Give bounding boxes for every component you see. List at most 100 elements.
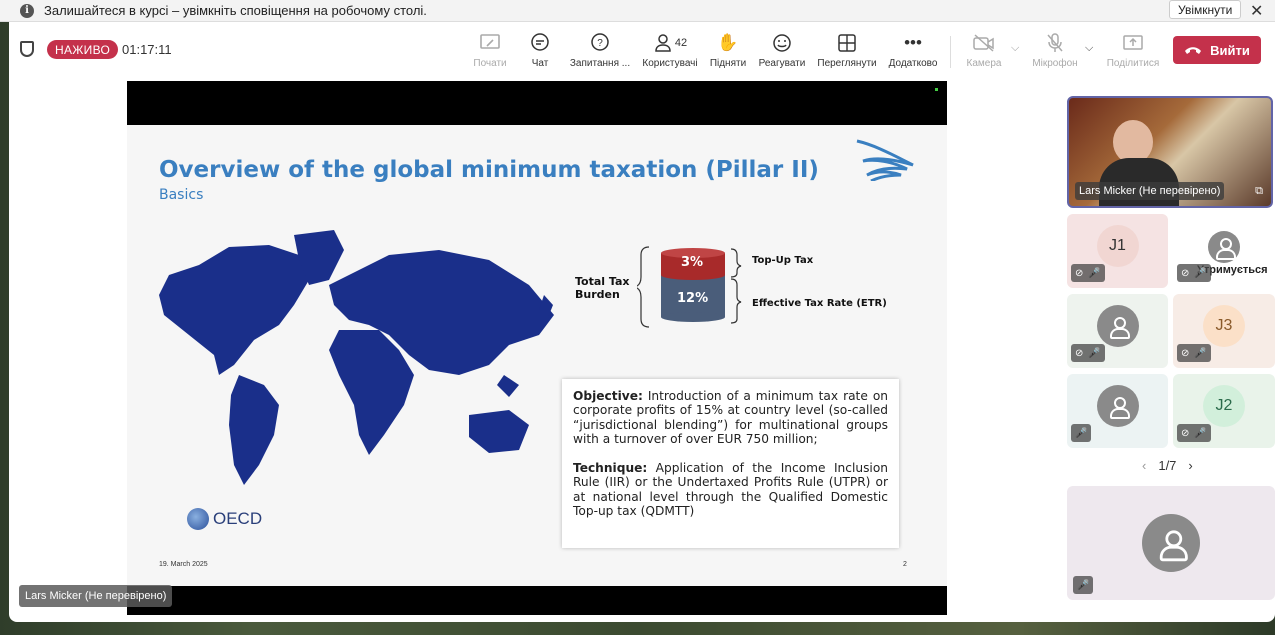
technique-heading: Technique: (573, 461, 648, 476)
avatar (1096, 305, 1139, 347)
participant-pager: ‹ 1/7 › (1142, 458, 1193, 473)
more-icon: ••• (904, 33, 922, 52)
mic-label: Мікрофон (1032, 58, 1078, 69)
objective-box: Objective: Introduction of a minimum tax… (562, 379, 899, 548)
camera-label: Камера (966, 58, 1002, 69)
avatar (1142, 514, 1200, 572)
muted-indicator: ⊘ 🎤 (1177, 264, 1211, 282)
phone-icon (1184, 43, 1202, 58)
chevron-right-icon[interactable]: › (1188, 458, 1192, 473)
smiley-icon (772, 32, 792, 54)
view-button[interactable]: Переглянути (812, 32, 882, 69)
presenter-name-tag: Lars Micker (Не перевірено) (19, 585, 173, 607)
camera-button[interactable]: Камера (949, 32, 1019, 69)
slide-subtitle: Basics (159, 187, 204, 203)
shared-screen: Overview of the global minimum taxation … (127, 81, 947, 615)
muted-indicator: ⊘ 🎤 (1071, 344, 1105, 362)
react-button[interactable]: Реагувати (747, 32, 817, 69)
screen-share-icon: ⧉ (1255, 185, 1263, 197)
users-count: 42 (674, 37, 688, 49)
topup-tax-label: Top-Up Tax (752, 255, 814, 266)
speaker-name-tag: Lars Micker (Не перевірено) (1075, 182, 1225, 200)
chat-icon (530, 32, 550, 54)
leave-button[interactable]: Вийти (1173, 36, 1261, 64)
mic-options-chevron-icon[interactable]: ⌵ (1085, 42, 1093, 55)
mic-off-icon: 🎤 (1194, 347, 1207, 359)
camera-off-icon: ⊘ (1075, 267, 1084, 279)
topup-percent: 3% (681, 255, 704, 270)
mic-button[interactable]: Мікрофон (1020, 32, 1090, 69)
avatar: J3 (1203, 305, 1245, 347)
avatar (1096, 385, 1139, 427)
participant-tile[interactable]: ⊘ 🎤 (1067, 294, 1168, 368)
world-map (159, 230, 554, 485)
more-button[interactable]: ••• Додатково (878, 32, 948, 69)
camera-off-icon: ⊘ (1181, 347, 1190, 359)
etr-label: Effective Tax Rate (ETR) (752, 298, 887, 309)
qa-icon: ? (590, 32, 610, 54)
view-label: Переглянути (817, 58, 877, 69)
slide-page-number: 2 (903, 561, 907, 568)
qa-button[interactable]: ? Запитання ... (565, 32, 635, 69)
mic-off-icon (1046, 32, 1064, 54)
screen-icon (480, 32, 500, 54)
avatar: J2 (1203, 385, 1245, 427)
enable-notifications-button[interactable]: Увімкнути (1169, 0, 1242, 19)
hand-icon: ✋ (717, 33, 739, 52)
oecd-logo: OECD (187, 508, 262, 530)
chevron-left-icon[interactable]: ‹ (1142, 458, 1146, 473)
meeting-timer: 01:17:11 (122, 42, 172, 57)
shield-icon[interactable] (20, 41, 34, 57)
meeting-window: НАЖИВО 01:17:11 Почати Чат ? Запитання .… (9, 22, 1275, 622)
mic-off-icon: 🎤 (1077, 579, 1090, 591)
users-label: Користувачі (642, 58, 698, 69)
participant-tile-j1[interactable]: J1 ⊘ 🎤 (1067, 214, 1168, 288)
mic-off-icon: 🎤 (1088, 347, 1101, 359)
total-tax-burden-label: Total Tax Burden (575, 275, 630, 301)
mic-off-icon: 🎤 (1194, 267, 1207, 279)
globe-icon (187, 508, 209, 530)
notification-bar: i Залишайтеся в курсі – увімкніть сповіщ… (0, 0, 1275, 22)
camera-off-icon: ⊘ (1181, 427, 1190, 439)
muted-indicator: 🎤 (1071, 424, 1092, 442)
qa-label: Запитання ... (569, 58, 631, 69)
oecd-text: OECD (213, 509, 263, 528)
react-label: Реагувати (758, 58, 806, 69)
objective-heading: Objective: (573, 389, 643, 403)
slide-date: 19. March 2025 (159, 561, 208, 568)
avatar (1208, 231, 1240, 263)
share-icon (1123, 32, 1143, 54)
notification-text: Залишайтеся в курсі – увімкніть сповіщен… (44, 3, 427, 18)
more-label: Додатково (888, 58, 938, 69)
meeting-toolbar: НАЖИВО 01:17:11 Почати Чат ? Запитання .… (9, 22, 1275, 78)
camera-off-icon: ⊘ (1075, 347, 1084, 359)
mic-off-icon: 🎤 (1075, 427, 1088, 439)
close-icon[interactable]: ✕ (1250, 1, 1263, 21)
leave-label: Вийти (1210, 42, 1250, 58)
camera-off-icon (973, 32, 995, 54)
participant-tile-j2[interactable]: J2 ⊘ 🎤 (1173, 374, 1275, 448)
camera-options-chevron-icon[interactable]: ⌵ (1011, 42, 1019, 55)
participant-tile-j3[interactable]: J3 ⊘ 🎤 (1173, 294, 1275, 368)
start-label: Почати (473, 58, 507, 69)
raise-label: Підняти (709, 58, 747, 69)
muted-indicator: 🎤 (1073, 576, 1094, 594)
participant-tile-hold[interactable]: Утримується ⊘ 🎤 (1173, 214, 1275, 288)
muted-indicator: ⊘ 🎤 (1071, 264, 1105, 282)
camera-off-icon: ⊘ (1181, 267, 1190, 279)
muted-indicator: ⊘ 🎤 (1177, 344, 1211, 362)
participant-tile[interactable]: 🎤 (1067, 374, 1168, 448)
self-view-tile[interactable]: 🎤 (1067, 486, 1275, 600)
grid-icon (838, 32, 856, 54)
live-badge: НАЖИВО (47, 40, 119, 59)
muted-indicator: ⊘ 🎤 (1177, 424, 1211, 442)
svg-text:?: ? (597, 38, 603, 49)
status-dot (935, 88, 938, 91)
share-label: Поділитися (1106, 58, 1160, 69)
speaker-video-tile[interactable]: Lars Micker (Не перевірено) ⧉ (1067, 96, 1273, 208)
share-button[interactable]: Поділитися (1098, 32, 1168, 69)
pager-text: 1/7 (1158, 458, 1177, 473)
slide-title: Overview of the global minimum taxation … (159, 157, 819, 183)
presentation-slide: Overview of the global minimum taxation … (127, 125, 947, 586)
chat-label: Чат (531, 58, 549, 69)
